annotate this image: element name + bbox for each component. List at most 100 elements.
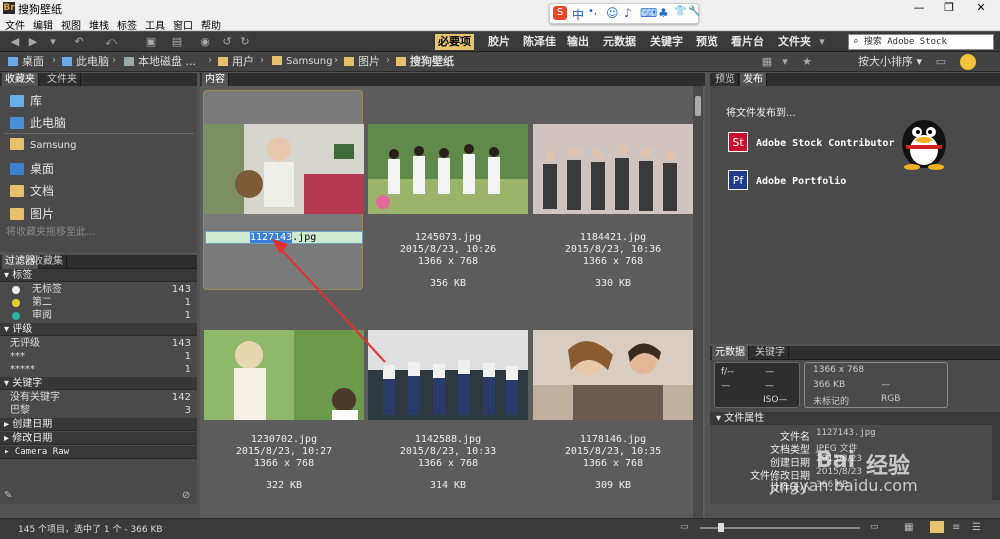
thumbnail-size-slider[interactable]: [700, 523, 860, 532]
pin-icon[interactable]: ✎: [4, 490, 12, 501]
menu-label[interactable]: 标签: [117, 17, 137, 32]
clear-filter-icon[interactable]: ⊘: [182, 490, 190, 501]
rotate-left-icon[interactable]: ↺: [220, 35, 234, 49]
filter-row[interactable]: 无评级 143: [0, 337, 197, 350]
crumb-samsung[interactable]: Samsung: [272, 55, 332, 69]
menu-view[interactable]: 视图: [61, 17, 81, 32]
zoom-out-icon[interactable]: ▭: [680, 522, 689, 532]
close-button[interactable]: ✕: [966, 0, 996, 16]
filter-row[interactable]: 审阅 1: [0, 309, 197, 322]
crumb-desktop[interactable]: 桌面: [8, 55, 44, 69]
fav-documents[interactable]: 文档: [10, 182, 54, 199]
content-scrollbar[interactable]: [693, 86, 703, 518]
menu-help[interactable]: 帮助: [201, 17, 221, 32]
view-details-icon[interactable]: ≡: [952, 522, 960, 533]
view-list-icon[interactable]: ☰: [972, 522, 981, 533]
publish-target-portfolio[interactable]: Adobe Portfolio: [756, 176, 846, 187]
filter-section-created[interactable]: ▸ 创建日期: [0, 418, 197, 431]
tab-keywords[interactable]: 关键字: [752, 346, 789, 360]
filter-row[interactable]: *** 1: [0, 350, 197, 363]
filter-section-labels[interactable]: ▾ 标签: [0, 269, 197, 282]
dropdown-icon[interactable]: ▾: [46, 35, 60, 49]
workspace-output[interactable]: 输出: [564, 34, 592, 50]
settings-icon[interactable]: 🔧: [688, 6, 700, 17]
filter-section-ratings[interactable]: ▾ 评级: [0, 323, 197, 336]
crumb-pictures[interactable]: 图片: [344, 55, 380, 69]
filter-section-keywords[interactable]: ▾ 关键字: [0, 377, 197, 390]
filter-row[interactable]: 没有关键字 142: [0, 391, 197, 404]
menu-edit[interactable]: 编辑: [33, 17, 53, 32]
mic-icon[interactable]: ♪: [624, 6, 632, 20]
adobe-stock-icon[interactable]: St: [728, 132, 748, 152]
workspace-filmstrip[interactable]: 胶片: [485, 34, 513, 50]
sort-dropdown[interactable]: 按大小排序 ▾: [858, 55, 922, 69]
metadata-scrollbar[interactable]: [992, 412, 1000, 500]
filter-icon[interactable]: ▾: [778, 55, 792, 69]
workspace-folders[interactable]: 文件夹: [775, 34, 814, 50]
slider-thumb[interactable]: [718, 523, 724, 532]
rotate-right-icon[interactable]: ↻: [238, 35, 252, 49]
zoom-in-icon[interactable]: ▭: [870, 522, 879, 532]
forward-icon[interactable]: ▶: [26, 35, 40, 49]
fav-this-pc[interactable]: 此电脑: [10, 114, 66, 131]
open-in-camera-raw-icon[interactable]: ◉: [198, 35, 212, 49]
star-filter-icon[interactable]: ★: [800, 55, 814, 69]
folder-new-icon[interactable]: ▭: [934, 55, 948, 69]
tab-metadata[interactable]: 元数据: [712, 346, 749, 360]
crumb-local-disk[interactable]: 本地磁盘 ...: [124, 55, 196, 69]
workspace-keywords[interactable]: 关键字: [647, 34, 686, 50]
filter-section-modified[interactable]: ▸ 修改日期: [0, 432, 197, 445]
menu-window[interactable]: 窗口: [173, 17, 193, 32]
smile-icon[interactable]: ☺: [606, 6, 619, 20]
fav-desktop[interactable]: 桌面: [10, 160, 54, 177]
keyboard-icon[interactable]: ⌨: [640, 6, 657, 20]
fav-pictures[interactable]: 图片: [10, 205, 54, 222]
grid-view-icon[interactable]: ▦: [760, 55, 774, 69]
camera-icon[interactable]: ▣: [144, 35, 158, 49]
lightbulb-icon[interactable]: [960, 54, 976, 70]
workspace-lighttable[interactable]: 看片台: [728, 34, 767, 50]
tab-preview[interactable]: 预览: [712, 73, 739, 87]
tab-publish[interactable]: 发布: [740, 73, 767, 87]
crumb-users[interactable]: 用户: [218, 55, 254, 69]
menu-stack[interactable]: 堆栈: [89, 17, 109, 32]
scroll-thumb[interactable]: [695, 96, 701, 116]
view-thumbnails-icon[interactable]: [930, 521, 944, 533]
grid-icon[interactable]: ♣: [658, 6, 669, 20]
filter-row[interactable]: 第二 1: [0, 296, 197, 309]
back-icon[interactable]: ◀: [8, 35, 22, 49]
search-input[interactable]: ⌕ 搜索 Adobe Stock: [848, 34, 994, 50]
workspace-essentials[interactable]: 必要项: [435, 34, 474, 50]
grid-lock-icon[interactable]: ▦: [904, 522, 913, 533]
menu-tools[interactable]: 工具: [145, 17, 165, 32]
tab-collections[interactable]: 收藏集: [30, 255, 67, 269]
workspace-custom[interactable]: 陈泽佳: [520, 34, 559, 50]
workspace-preview[interactable]: 预览: [693, 34, 721, 50]
skin-icon[interactable]: 👕: [674, 6, 686, 17]
recent-folder-icon[interactable]: ↶: [72, 35, 86, 49]
menu-file[interactable]: 文件: [5, 17, 25, 32]
filter-section-camera-raw[interactable]: ▸ Camera Raw: [0, 446, 197, 459]
tab-folders[interactable]: 文件夹: [44, 73, 81, 87]
crumb-current[interactable]: 搜狗壁纸: [396, 55, 454, 69]
fav-library[interactable]: 库: [10, 92, 42, 109]
filter-row[interactable]: 无标签 143: [0, 283, 197, 296]
ime-toolbar[interactable]: S 中 •, ☺ ♪ ⌨ ♣ 👕 🔧: [549, 3, 700, 24]
boomerang-icon[interactable]: ⤺: [104, 35, 118, 49]
minimize-button[interactable]: —: [904, 0, 934, 16]
tab-content[interactable]: 内容: [202, 73, 229, 87]
ime-lang[interactable]: 中: [572, 6, 584, 23]
workspace-metadata[interactable]: 元数据: [600, 34, 639, 50]
refine-icon[interactable]: ▤: [170, 35, 184, 49]
workspace-dropdown-icon[interactable]: ▾: [815, 35, 829, 49]
file-properties-header[interactable]: ▾ 文件属性: [710, 412, 992, 425]
publish-target-stock[interactable]: Adobe Stock Contributor: [756, 138, 894, 149]
adobe-portfolio-icon[interactable]: Pf: [728, 170, 748, 190]
ime-punct[interactable]: •,: [588, 6, 597, 17]
tab-favorites[interactable]: 收藏夹: [2, 73, 39, 87]
filter-row[interactable]: ***** 1: [0, 363, 197, 376]
filter-row[interactable]: 巴黎 3: [0, 404, 197, 417]
fav-samsung[interactable]: Samsung: [10, 138, 76, 151]
maximize-button[interactable]: ❐: [934, 0, 964, 16]
crumb-this-pc[interactable]: 此电脑: [62, 55, 109, 69]
